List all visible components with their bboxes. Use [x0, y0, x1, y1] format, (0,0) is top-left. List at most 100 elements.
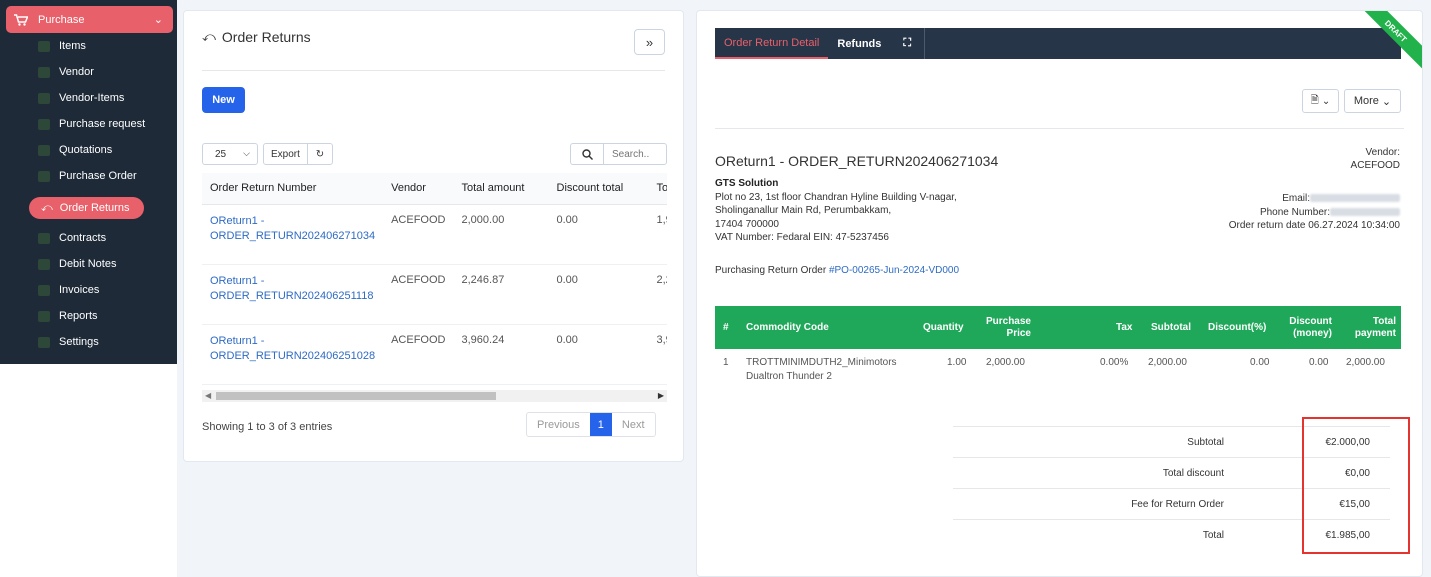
sidebar-purchase-menu[interactable]: Purchase ⌄	[6, 6, 173, 33]
col-order-return-number[interactable]: Order Return Number	[202, 173, 384, 205]
order-return-link[interactable]: OReturn1 - ORDER_RETURN202406271034	[202, 204, 384, 265]
refresh-button[interactable]: ↻	[306, 144, 332, 164]
sidebar-blank-area	[0, 364, 177, 577]
address-line: 17404 700000	[715, 218, 779, 230]
sidebar-item-vendor-items[interactable]: Vendor-Items	[38, 89, 124, 107]
sidebar-item-label: Debit Notes	[59, 258, 117, 270]
email-label: Email:	[1282, 193, 1310, 204]
item-subtotal: 2,000.00	[1148, 357, 1187, 368]
sidebar-item-contracts[interactable]: Contracts	[38, 229, 106, 247]
search-icon[interactable]	[571, 144, 604, 164]
sidebar-item-purchase-order[interactable]: Purchase Order	[38, 167, 137, 185]
scroll-right-icon[interactable]: ▶	[658, 391, 664, 400]
discount-total-cell: 0.00	[548, 264, 649, 325]
horizontal-scrollbar[interactable]: ◀ ▶	[202, 390, 667, 402]
item-discount-pct: 0.00	[1250, 357, 1270, 368]
phone-label: Phone Number:	[1259, 206, 1330, 218]
col-discount-total[interactable]: Discount total	[548, 173, 649, 205]
export-button[interactable]: Export	[264, 144, 307, 164]
tab-refunds[interactable]: Refunds	[828, 28, 890, 59]
sidebar-item-label: Quotations	[59, 144, 113, 156]
chevron-down-icon: ⌄	[1381, 95, 1392, 108]
order-return-link[interactable]: OReturn1 - ORDER_RETURN202406251028	[202, 324, 384, 385]
search-input[interactable]	[604, 144, 666, 164]
item-discount-money: 0.00	[1309, 357, 1329, 368]
table-row: OReturn1 - ORDER_RETURN202406251028 ACEF…	[202, 324, 667, 385]
contact-info: Email: Phone Number: Order return date 0…	[1229, 192, 1400, 233]
cart-icon	[14, 13, 28, 26]
scroll-left-icon[interactable]: ◀	[205, 391, 211, 400]
order-return-date: Order return date 06.27.2024 10:34:00	[1228, 220, 1400, 231]
expand-button[interactable]: ⛶	[890, 28, 926, 59]
vendor-name: ACEFOOD	[1350, 160, 1400, 171]
list-panel-title: ⤺ Order Returns	[202, 29, 311, 45]
vendor-cell: ACEFOOD	[383, 324, 454, 385]
search-box	[570, 143, 667, 165]
redacted-email	[1310, 194, 1400, 203]
table-header-row: Order Return Number Vendor Total amount …	[202, 173, 667, 205]
sidebar-item-label: Vendor	[59, 66, 94, 78]
file-pdf-icon: 🗎	[1310, 94, 1319, 106]
total-amount-cell: 2,000.00	[453, 204, 549, 265]
phone-row: Phone Number:	[1229, 206, 1400, 220]
col-subtotal: Subtotal	[1151, 321, 1191, 333]
vendor-info: Vendor: ACEFOOD	[1351, 146, 1400, 172]
col-tax: Tax	[1116, 321, 1133, 333]
col-vendor[interactable]: Vendor	[383, 173, 454, 205]
sidebar-item-vendor[interactable]: Vendor	[38, 63, 94, 81]
sidebar-item-purchase-request[interactable]: Purchase request	[38, 115, 145, 133]
table-actions: Export ↻	[263, 143, 333, 165]
sidebar-item-label: Purchase Order	[59, 170, 137, 182]
tab-order-return-detail[interactable]: Order Return Detail	[715, 28, 829, 59]
order-return-detail-panel: Order Return Detail Refunds ⛶ DRAFT 🗎 ⌄ …	[696, 10, 1423, 577]
pdf-dropdown-button[interactable]: 🗎 ⌄	[1302, 89, 1339, 113]
po-link[interactable]: #PO-00265-Jun-2024-VD000	[829, 265, 959, 276]
annotation-highlight-box	[1302, 417, 1410, 554]
scrollbar-thumb[interactable]	[216, 392, 496, 400]
more-dropdown-button[interactable]: More ⌄	[1344, 89, 1401, 113]
page-size-select[interactable]: 25 ⌵	[202, 143, 258, 165]
col-total-amount[interactable]: Total amount	[453, 173, 549, 205]
vat-number: VAT Number: Fedaral EIN: 47-5237456	[715, 232, 889, 243]
sidebar-item-settings[interactable]: Settings	[38, 333, 99, 351]
summary-label: Total	[1202, 530, 1224, 541]
table-row: OReturn1 - ORDER_RETURN202406271034 ACEF…	[202, 204, 667, 265]
chevron-down-icon: ⌄	[1321, 95, 1331, 107]
quotations-icon	[38, 144, 50, 156]
item-num: 1	[723, 357, 729, 368]
col-total-payment: Total payment	[1340, 306, 1396, 349]
total-cell: 3,94	[648, 324, 667, 385]
detail-tabs: Order Return Detail Refunds ⛶	[715, 28, 1401, 59]
divider	[715, 128, 1404, 129]
col-total-truncated[interactable]: Tota	[648, 173, 667, 205]
page-1-button[interactable]: 1	[589, 413, 612, 436]
total-cell: 1,98	[648, 204, 667, 265]
order-return-link[interactable]: OReturn1 - ORDER_RETURN202406251118	[202, 264, 384, 325]
col-commodity-code: Commodity Code	[746, 321, 829, 333]
next-page-button[interactable]: Next	[612, 413, 655, 436]
sidebar-item-quotations[interactable]: Quotations	[38, 141, 112, 159]
items-table-header: # Commodity Code Quantity Purchase Price…	[715, 306, 1401, 349]
collapse-panel-button[interactable]: »	[634, 29, 665, 55]
item-row: 1 TROTTMINIMDUTH2_Minimotors Dualtron Th…	[715, 355, 1401, 395]
discount-total-cell: 0.00	[548, 204, 649, 265]
table-row: OReturn1 - ORDER_RETURN202406251118 ACEF…	[202, 264, 667, 325]
page-size-value: 25	[215, 148, 227, 160]
refresh-icon: ↻	[315, 148, 325, 160]
address-line: Plot no 23, 1st floor Chandran Hyline Bu…	[715, 191, 957, 203]
purchase-order-icon	[38, 170, 50, 182]
new-button[interactable]: New	[202, 87, 245, 113]
sidebar-item-invoices[interactable]: Invoices	[38, 281, 99, 299]
sidebar-item-debit-notes[interactable]: Debit Notes	[38, 255, 116, 273]
page-title: Order Returns	[221, 29, 311, 45]
total-cell: 2,23	[648, 264, 667, 325]
invoices-icon	[38, 284, 50, 296]
sidebar-item-label: Items	[59, 40, 86, 52]
sidebar-item-order-returns[interactable]: ⤺ Order Returns	[29, 197, 144, 219]
sidebar-item-reports[interactable]: Reports	[38, 307, 98, 325]
sidebar-item-items[interactable]: Items	[38, 37, 86, 55]
company-info: GTS Solution Plot no 23, 1st floor Chand…	[715, 177, 957, 245]
purchase-order-reference: Purchasing Return Order #PO-00265-Jun-20…	[715, 265, 959, 276]
chevron-down-icon: ⌵	[243, 148, 250, 158]
previous-page-button[interactable]: Previous	[527, 413, 590, 436]
